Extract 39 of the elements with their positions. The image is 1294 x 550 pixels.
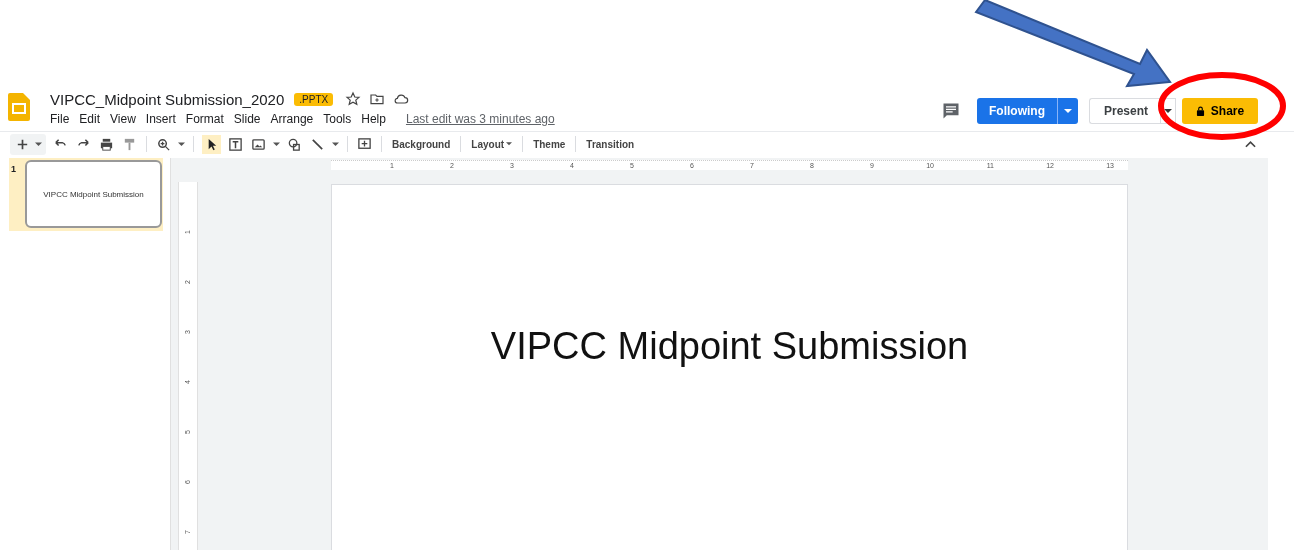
caret-icon bbox=[1164, 108, 1172, 114]
toolbar-button[interactable]: Theme bbox=[531, 138, 568, 150]
caret-icon[interactable] bbox=[332, 141, 339, 147]
menu-item[interactable]: Format bbox=[185, 112, 224, 126]
caret-icon[interactable] bbox=[35, 141, 42, 147]
following-button[interactable]: Following bbox=[976, 98, 1057, 124]
toolbar-button[interactable]: Transition bbox=[584, 138, 637, 150]
file-type-badge: .PPTX bbox=[294, 92, 334, 106]
share-button[interactable]: Share bbox=[1182, 98, 1258, 124]
caret-icon[interactable] bbox=[178, 141, 185, 147]
menu-item[interactable]: Slide bbox=[233, 112, 261, 126]
text-box-icon[interactable] bbox=[227, 135, 244, 153]
slide-title: VIPCC Midpoint Submission bbox=[490, 325, 969, 369]
menu-item[interactable]: Help bbox=[361, 112, 386, 126]
slide-thumbnail-item[interactable]: 1 VIPCC Midpoint Submission bbox=[9, 158, 163, 231]
following-dropdown-button[interactable] bbox=[1056, 98, 1078, 124]
cloud-icon[interactable] bbox=[393, 91, 410, 107]
menu-item[interactable]: File bbox=[50, 112, 70, 126]
menu-item[interactable]: View bbox=[110, 112, 136, 126]
menu-item[interactable]: Insert bbox=[145, 112, 176, 126]
star-icon[interactable] bbox=[345, 91, 362, 107]
slide-number: 1 bbox=[11, 164, 17, 176]
lock-icon bbox=[1195, 106, 1205, 116]
thumbnail-title: VIPCC Midpoint Submission bbox=[43, 189, 144, 199]
document-title[interactable]: VIPCC_Midpoint Submission_2020 bbox=[50, 90, 285, 108]
caret-icon[interactable] bbox=[273, 141, 280, 147]
present-button[interactable]: Present bbox=[1088, 98, 1160, 124]
layout-dropdown[interactable]: Layout bbox=[469, 138, 515, 150]
collapse-icon[interactable] bbox=[1245, 140, 1256, 148]
caret-icon bbox=[1063, 108, 1072, 114]
caret-icon bbox=[506, 142, 513, 146]
menu-item[interactable]: Arrange bbox=[270, 112, 314, 126]
folder-icon[interactable] bbox=[369, 91, 386, 107]
last-edit-link[interactable]: Last edit was 3 minutes ago bbox=[405, 112, 555, 126]
menu-item[interactable]: Edit bbox=[79, 112, 101, 126]
comment-icon[interactable] bbox=[940, 101, 961, 121]
toolbar-button[interactable]: Background bbox=[390, 138, 453, 150]
menu-item[interactable]: Tools bbox=[323, 112, 352, 126]
select-cursor-icon[interactable] bbox=[202, 134, 221, 154]
